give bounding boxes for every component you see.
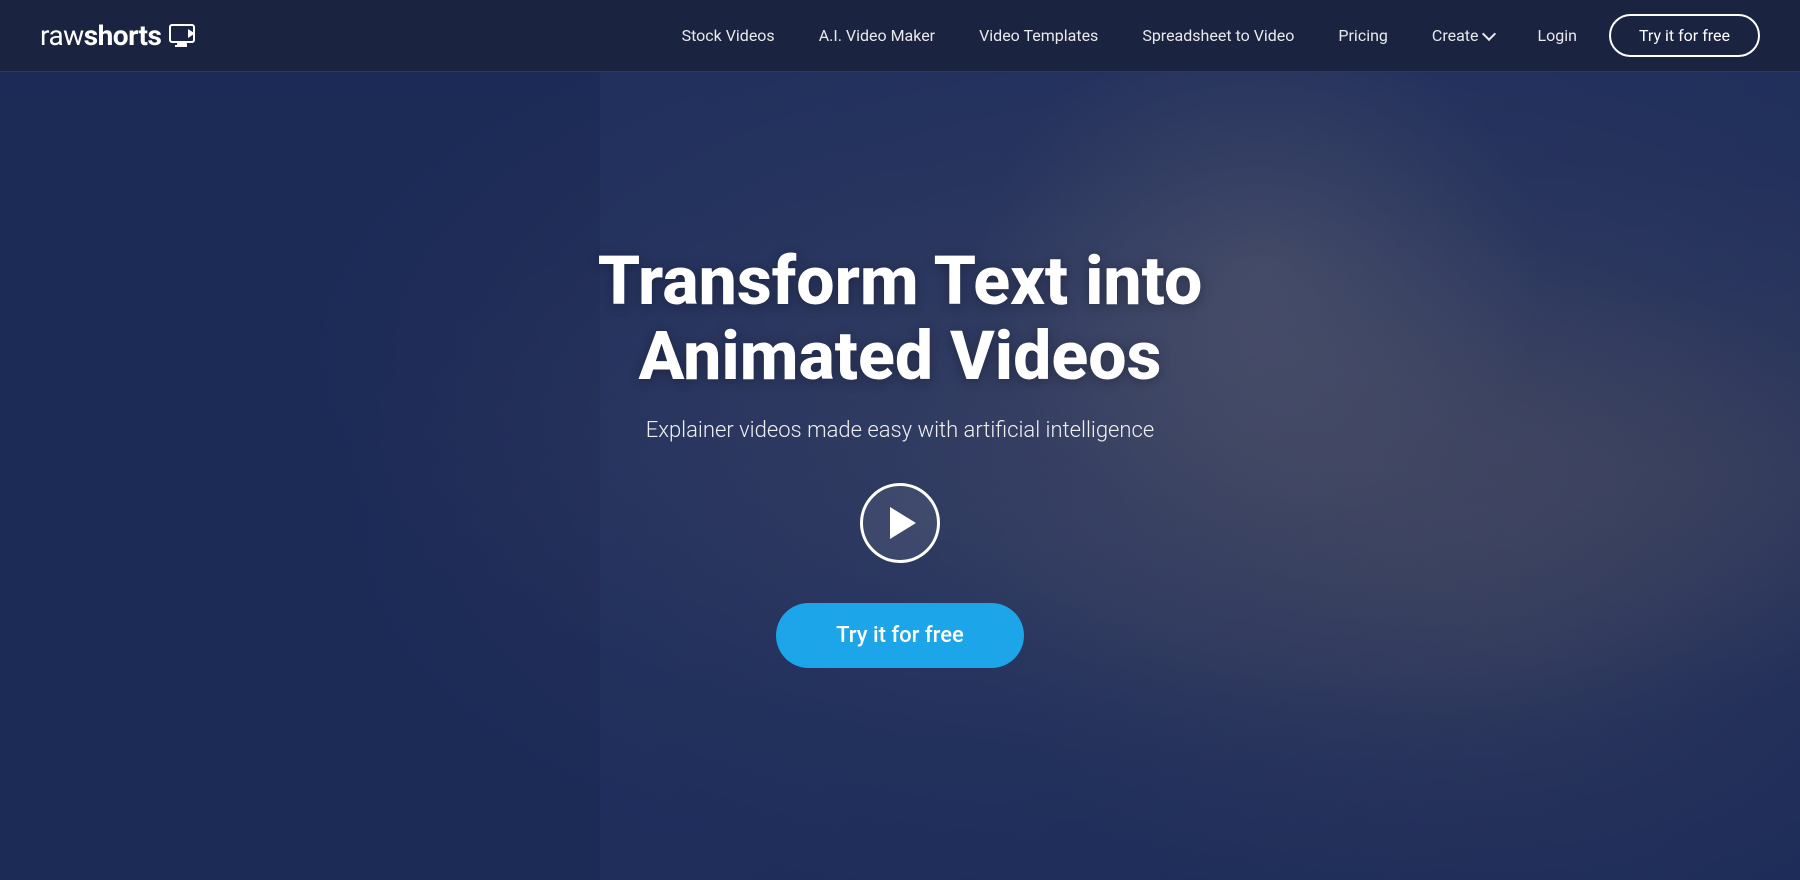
hero-section: rawshorts Stock Videos A.I. Video Maker …: [0, 0, 1800, 880]
nav-item-spreadsheet-to-video[interactable]: Spreadsheet to Video: [1120, 26, 1316, 45]
logo-text: rawshorts: [40, 19, 161, 52]
logo-icon: [169, 24, 199, 48]
chevron-down-icon: [1481, 27, 1495, 41]
logo[interactable]: rawshorts: [40, 19, 199, 52]
nav-try-free-button[interactable]: Try it for free: [1609, 14, 1760, 57]
nav-item-create[interactable]: Create: [1410, 26, 1516, 45]
hero-title: Transform Text into Animated Videos: [450, 244, 1350, 394]
login-link[interactable]: Login: [1516, 26, 1599, 45]
hero-subtitle: Explainer videos made easy with artifici…: [646, 418, 1154, 443]
hero-try-free-button[interactable]: Try it for free: [776, 603, 1024, 668]
play-button[interactable]: [860, 483, 940, 563]
nav-item-ai-video-maker[interactable]: A.I. Video Maker: [797, 26, 957, 45]
play-icon: [890, 507, 916, 539]
nav-item-stock-videos[interactable]: Stock Videos: [660, 26, 797, 45]
navbar: rawshorts Stock Videos A.I. Video Maker …: [0, 0, 1800, 72]
nav-item-video-templates[interactable]: Video Templates: [957, 26, 1120, 45]
nav-item-pricing[interactable]: Pricing: [1316, 26, 1410, 45]
hero-content: Transform Text into Animated Videos Expl…: [0, 72, 1800, 880]
nav-links: Stock Videos A.I. Video Maker Video Temp…: [660, 26, 1516, 45]
